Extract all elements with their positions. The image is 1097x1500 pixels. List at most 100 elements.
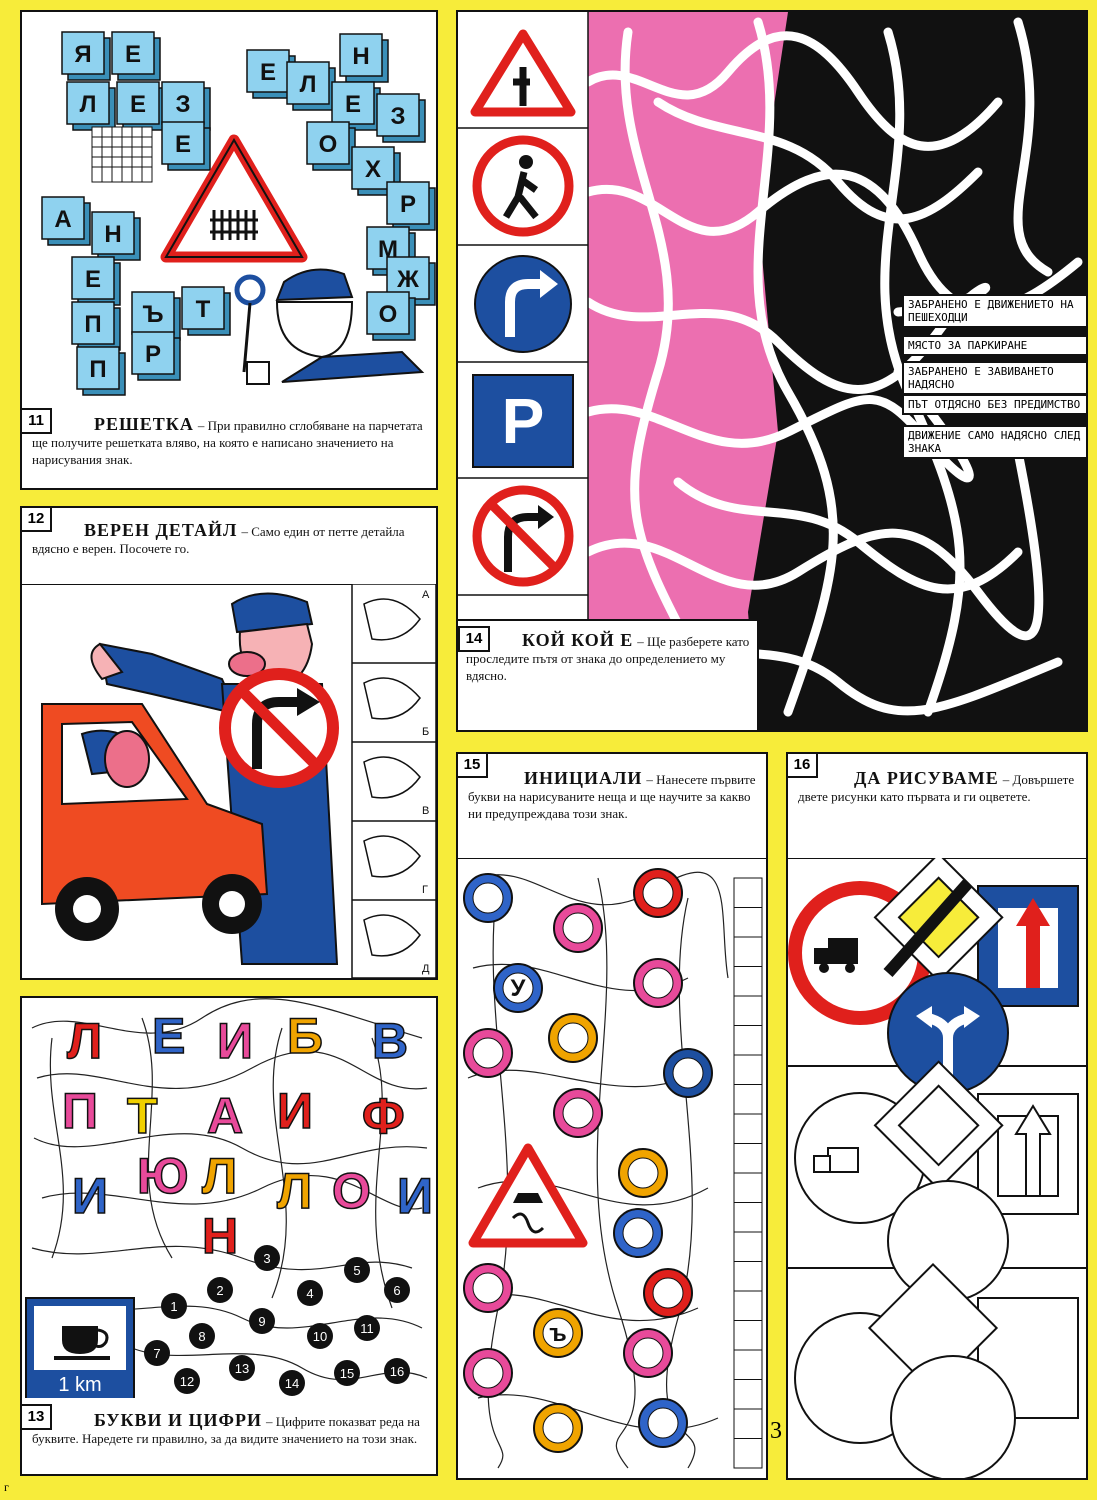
puzzle-caption: КОЙ КОЙ Е – Ще разберете като проследите …	[466, 630, 756, 684]
option-label: Г	[422, 884, 428, 896]
picture-circle	[553, 903, 603, 953]
svg-text:11: 11	[360, 1321, 374, 1336]
crossword-letter: Л	[300, 71, 317, 98]
no-right-turn-sign-icon	[472, 485, 574, 587]
crossword-block: О	[306, 121, 356, 171]
picture-circle	[463, 1348, 513, 1398]
crossword-letter: П	[89, 356, 106, 383]
circle-letter: ъ	[549, 1320, 567, 1347]
maze-letter: Е	[152, 1008, 185, 1064]
parking-sign-letter: P	[501, 385, 545, 457]
svg-text:14: 14	[285, 1376, 299, 1391]
crossword-block: Л	[66, 81, 116, 131]
maze-letter: Л	[202, 1148, 237, 1204]
legend-item: ЗАБРАНЕНО Е ДВИЖЕНИЕТО НА ПЕШЕХОДЦИ	[902, 294, 1088, 328]
slippery-road-sign-icon	[468, 1143, 588, 1248]
crossword-letter: Н	[104, 221, 121, 248]
crossword-block: Н	[91, 211, 141, 261]
crossword-letter: Р	[400, 191, 416, 218]
picture-circle	[463, 1263, 513, 1313]
crossword-block: Я	[61, 31, 111, 81]
crossword-letter: Я	[74, 41, 91, 68]
crossword-block: Л	[286, 61, 336, 111]
picture-circle	[633, 868, 683, 918]
maze-digit: 1	[161, 1293, 187, 1319]
option-label: В	[422, 805, 429, 817]
letters-digits-maze: Л Е И Б ВП Т А И ФЮ ЛИ Л О ИН 123456789101112131415 1…	[25, 998, 434, 1398]
turn-right-ahead-sign-icon	[474, 255, 572, 353]
crossword-block: П	[71, 301, 121, 351]
panel-16: 16 ДА РИСУВАМЕ – Довършете двете рисунки …	[786, 752, 1088, 1480]
puzzle-caption: БУКВИ И ЦИФРИ – Цифрите показват реда на …	[32, 1411, 430, 1447]
maze-digit: 16	[384, 1358, 410, 1384]
maze-letter: И	[72, 1168, 108, 1224]
maze-letter: Б	[287, 1008, 323, 1064]
panel-11: ЯЕЛЕЗЕНЕЛЕЗОХРМЖОАНЕППЪТР 11 РЕШЕТКА – Пр…	[20, 10, 438, 490]
svg-text:6: 6	[393, 1283, 400, 1298]
svg-text:12: 12	[180, 1374, 194, 1389]
crossword-letter: Х	[365, 156, 381, 183]
circle-letter: У	[511, 975, 527, 1002]
crossword-letter: Е	[85, 266, 101, 293]
picture-circle	[643, 1268, 693, 1318]
maze-letter: И	[217, 1013, 253, 1069]
maze-letter: Н	[202, 1208, 238, 1264]
maze-letter: Ф	[362, 1088, 405, 1144]
svg-text:8: 8	[198, 1329, 205, 1344]
crossword-letter: О	[319, 131, 338, 158]
puzzle-title: ВЕРЕН ДЕТАЙЛ	[84, 520, 238, 540]
puzzle-title: ИНИЦИАЛИ	[524, 768, 643, 788]
maze-digit: 6	[384, 1277, 410, 1303]
maze-digit: 12	[174, 1368, 200, 1394]
maze-letter: Л	[67, 1013, 102, 1069]
crossword-block: Е	[111, 31, 161, 81]
puzzle-title: РЕШЕТКА	[94, 414, 194, 434]
svg-text:1: 1	[170, 1299, 177, 1314]
crossword-block: Р	[131, 331, 181, 381]
crossword-letter: Е	[345, 91, 361, 118]
svg-text:7: 7	[153, 1346, 160, 1361]
puzzle-caption: ИНИЦИАЛИ – Нанесете първите букви на нари…	[468, 768, 760, 822]
crossword-block: А	[41, 196, 91, 246]
crossword-block: Т	[181, 286, 231, 336]
edge-mark: г	[4, 1480, 9, 1494]
picture-circle	[463, 1028, 513, 1078]
crossword-letter: Т	[196, 296, 211, 323]
picture-circle	[613, 1208, 663, 1258]
maze-letter: В	[372, 1013, 408, 1069]
panel-12: 12 ВЕРЕН ДЕТАЙЛ – Само един от петте дета…	[20, 506, 438, 980]
panel-15: 15 ИНИЦИАЛИ – Нанесете първите букви на н…	[456, 752, 768, 1480]
maze-digit: 14	[279, 1370, 305, 1396]
maze-digit: 13	[229, 1355, 255, 1381]
crossword-letter: Е	[260, 59, 276, 86]
maze-digit: 8	[189, 1323, 215, 1349]
traffic-scene-illustration: А Б В Г Д	[22, 584, 436, 978]
crossword-block: Н	[339, 33, 389, 83]
puzzle-title: ДА РИСУВАМЕ	[854, 768, 999, 788]
legend-item: ПЪТ ОТДЯСНО БЕЗ ПРЕДИМСТВО	[902, 394, 1088, 415]
legend-item: ДВИЖЕНИЕ САМО НАДЯСНО СЛЕД ЗНАКА	[902, 425, 1088, 459]
maze-digit: 3	[254, 1245, 280, 1271]
maze-letter: Т	[127, 1088, 158, 1144]
panel-13: ЛЕИБВПТАИФЮЛИЛОИН 1 2 3 4 5 6 7 8 9 10 11 12 13 14 15 1…	[20, 996, 438, 1476]
picture-circle	[548, 1013, 598, 1063]
maze-digit: 9	[249, 1308, 275, 1334]
crossword-block: П	[76, 346, 126, 396]
svg-text:15: 15	[340, 1366, 354, 1381]
crossword-letter: Е	[125, 41, 141, 68]
puzzle-caption: РЕШЕТКА – При правилно сглобяване на парч…	[32, 414, 430, 468]
maze-letter: Ю	[137, 1148, 189, 1204]
puzzle-instructions: – При правилно сглобяване на парчетата щ…	[32, 418, 423, 467]
maze-letter: Л	[277, 1163, 312, 1219]
picture-circle	[463, 873, 513, 923]
grid-icon	[91, 126, 153, 183]
crossword-letter: Е	[130, 91, 146, 118]
maze-digit: 11	[354, 1315, 380, 1341]
picture-circle	[618, 1148, 668, 1198]
maze-letter: И	[397, 1168, 433, 1224]
puzzle-title: КОЙ КОЙ Е	[522, 630, 634, 650]
picture-circle	[638, 1398, 688, 1448]
blank-drawing	[794, 1262, 1079, 1478]
maze-letter: А	[207, 1088, 243, 1144]
crossword-letter: З	[175, 91, 190, 118]
